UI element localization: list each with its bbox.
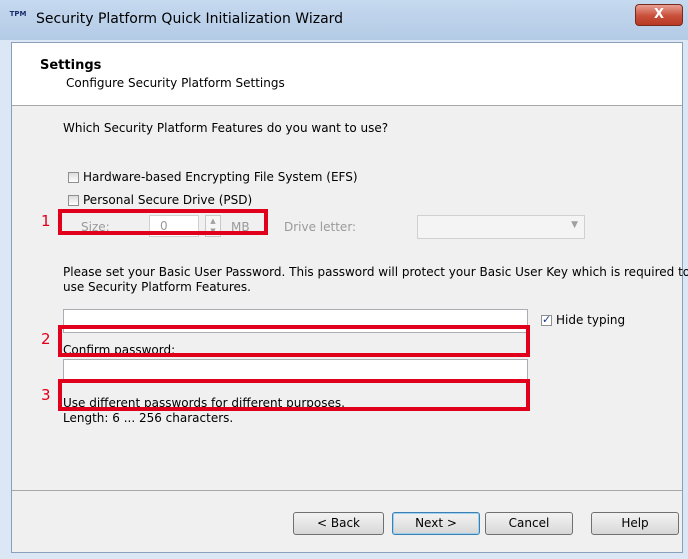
page-title: Settings (40, 58, 102, 73)
title-bar[interactable]: TPM Security Platform Quick Initializati… (0, 0, 688, 40)
close-button[interactable]: X (635, 4, 683, 26)
tpm-app-icon: TPM (9, 10, 27, 18)
hide-typing-label[interactable]: Hide typing (556, 313, 625, 327)
page-subtitle: Configure Security Platform Settings (66, 76, 285, 90)
password-instructions-1: Please set your Basic User Password. Thi… (63, 265, 688, 279)
annotation-marker-1: 1 (41, 212, 51, 230)
window-title: Security Platform Quick Initialization W… (36, 11, 344, 27)
cancel-button[interactable]: Cancel (485, 512, 573, 535)
wizard-header: Settings Configure Security Platform Set… (12, 43, 682, 105)
drive-letter-select: ▼ (417, 215, 585, 239)
password-instructions-2: use Security Platform Features. (63, 280, 251, 294)
help-button[interactable]: Help (591, 512, 679, 535)
annotation-marker-3: 3 (41, 386, 51, 404)
chevron-down-icon: ▼ (571, 220, 578, 230)
password-hint-2: Length: 6 ... 256 characters. (63, 411, 234, 425)
psd-checkbox[interactable] (68, 195, 79, 206)
wizard-window: TPM Security Platform Quick Initializati… (0, 0, 688, 559)
annotation-box-password (58, 325, 530, 357)
annotation-box-confirm (58, 379, 530, 411)
wizard-footer: < Back Next > Cancel Help (12, 491, 682, 552)
back-button[interactable]: < Back (293, 512, 384, 535)
psd-label[interactable]: Personal Secure Drive (PSD) (83, 193, 252, 207)
wizard-content: Settings Configure Security Platform Set… (11, 42, 688, 553)
annotation-box-psd (58, 209, 268, 235)
annotation-marker-2: 2 (41, 330, 51, 348)
next-button[interactable]: Next > (392, 512, 480, 535)
settings-body: Which Security Platform Features do you … (12, 106, 688, 490)
efs-checkbox[interactable] (68, 172, 79, 183)
hide-typing-checkbox[interactable] (541, 313, 552, 326)
efs-label[interactable]: Hardware-based Encrypting File System (E… (83, 170, 358, 184)
drive-letter-label: Drive letter: (284, 220, 357, 234)
features-question: Which Security Platform Features do you … (63, 121, 389, 135)
